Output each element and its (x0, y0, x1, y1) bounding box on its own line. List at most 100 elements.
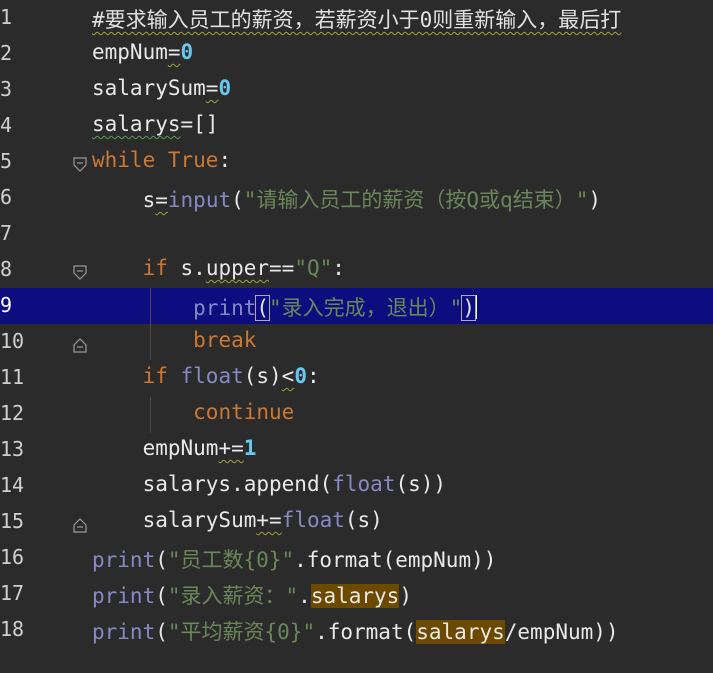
code-token: salarySum (142, 508, 257, 532)
code-token: break (193, 328, 257, 352)
line-number: 14 (0, 473, 25, 497)
code-token: . (298, 584, 311, 608)
code-line[interactable]: 1 #要求输入员工的薪资，若薪资小于0则重新输入，最后打 (0, 0, 713, 36)
code-text[interactable]: if s.upper=="Q": (92, 256, 345, 280)
code-text[interactable]: if float(s)<0: (92, 364, 320, 388)
code-token: salarySum (92, 76, 206, 100)
code-text[interactable]: print("员工数{0}".format(empNum)) (92, 544, 496, 574)
code-editor[interactable]: 1 #要求输入员工的薪资，若薪资小于0则重新输入，最后打 2 empNum=0 3 sal… (0, 0, 713, 673)
code-text[interactable]: break (92, 328, 256, 352)
code-line[interactable]: 7 (0, 216, 713, 252)
line-number: 8 (0, 257, 13, 281)
code-line[interactable]: 11 if float(s)<0: (0, 360, 713, 396)
code-text[interactable]: print("平均薪资{0}".format(salarys/empNum)) (92, 616, 619, 646)
line-number: 16 (0, 545, 25, 569)
code-line[interactable]: 6 s=input("请输入员工的薪资（按Q或q结束）") (0, 180, 713, 216)
code-token: (s)) (395, 472, 447, 496)
code-line[interactable]: 5 while True: (0, 144, 713, 180)
code-token: True (167, 148, 219, 172)
code-token: ) (399, 584, 412, 608)
code-text[interactable]: salarySum+=float(s) (92, 508, 383, 532)
code-line[interactable]: 4 salarys=[] (0, 108, 713, 144)
code-token: print (92, 548, 156, 572)
code-line[interactable]: 3 salarySum=0 (0, 72, 713, 108)
line-number: 6 (0, 185, 13, 209)
code-token: print (92, 584, 156, 608)
code-text[interactable]: empNum=0 (92, 40, 193, 64)
code-token: ( (255, 295, 271, 321)
line-number: 17 (0, 581, 25, 605)
code-text[interactable]: while True: (92, 148, 231, 172)
code-line[interactable]: 14 salarys.append(float(s)) (0, 468, 713, 504)
code-line[interactable]: 2 empNum=0 (0, 36, 713, 72)
code-token: 1 (243, 436, 257, 460)
text-caret (474, 295, 477, 319)
line-number: 2 (0, 41, 13, 65)
code-line[interactable]: 8 if s.upper=="Q": (0, 252, 713, 288)
code-line[interactable]: 9 print("录入完成，退出）") (0, 288, 713, 324)
code-token: float (332, 472, 396, 496)
code-text[interactable]: empNum+=1 (92, 436, 257, 460)
fold-toggle-icon[interactable] (73, 154, 87, 172)
code-line[interactable]: 15 salarySum+=float(s) (0, 504, 713, 540)
code-text[interactable]: salarys=[] (92, 112, 218, 136)
code-text[interactable]: #要求输入员工的薪资，若薪资小于0则重新输入，最后打 (92, 4, 621, 34)
code-token: s. (180, 256, 206, 280)
code-token: : (306, 364, 320, 388)
code-text[interactable]: s=input("请输入员工的薪资（按Q或q结束）") (92, 184, 601, 214)
code-token: print (92, 620, 156, 644)
code-line[interactable]: 17 print("录入薪资：".salarys) (0, 576, 713, 612)
line-number: 13 (0, 437, 25, 461)
code-token: ) (461, 295, 476, 321)
code-token: 0 (294, 364, 307, 388)
line-number: 15 (0, 509, 25, 533)
code-token: if (142, 256, 181, 280)
code-token: float (281, 508, 345, 532)
code-token: = (167, 40, 181, 64)
code-token: == (269, 256, 295, 280)
code-token: #要求输入员工的薪资，若薪资小于0则重新输入，最后打 (92, 8, 622, 32)
code-token: s (142, 188, 156, 212)
code-token: /empNum)) (504, 620, 619, 644)
code-text[interactable]: print("录入薪资：".salarys) (92, 580, 412, 610)
code-token: += (218, 436, 244, 460)
fold-toggle-icon[interactable] (73, 514, 87, 533)
line-number: 9 (0, 293, 13, 317)
line-number: 4 (0, 113, 13, 137)
code-line[interactable]: 13 empNum+=1 (0, 432, 713, 468)
code-token: 0 (218, 76, 232, 100)
line-number: 5 (0, 149, 13, 173)
code-token: =[] (180, 112, 219, 136)
code-token: (s) (344, 508, 383, 532)
code-text[interactable]: continue (92, 400, 294, 424)
code-token: ) (588, 188, 601, 212)
indent-guide (150, 288, 151, 360)
code-text[interactable]: salarySum=0 (92, 76, 231, 100)
code-token: ( (231, 188, 244, 212)
code-token: salarys (416, 620, 505, 644)
code-token: (s) (243, 364, 282, 388)
code-token: .format( (315, 620, 417, 644)
fold-toggle-icon[interactable] (73, 334, 87, 353)
code-token: : (218, 148, 232, 172)
code-token: salarys (92, 112, 181, 136)
code-text[interactable]: salarys.append(float(s)) (92, 472, 446, 496)
code-line[interactable]: 16 print("员工数{0}".format(empNum)) (0, 540, 713, 576)
line-number: 11 (0, 365, 25, 389)
code-token: += (256, 508, 282, 532)
code-line[interactable]: 12 continue (0, 396, 713, 432)
fold-toggle-icon[interactable] (73, 262, 87, 280)
code-token: upper (205, 256, 270, 280)
line-number: 7 (0, 221, 13, 245)
code-line[interactable]: 18 print("平均薪资{0}".format(salarys/empNum)… (0, 612, 713, 648)
code-line[interactable]: 10 break (0, 324, 713, 360)
line-number: 18 (0, 617, 25, 641)
code-token: : (332, 256, 345, 280)
code-token: empNum (92, 40, 168, 64)
